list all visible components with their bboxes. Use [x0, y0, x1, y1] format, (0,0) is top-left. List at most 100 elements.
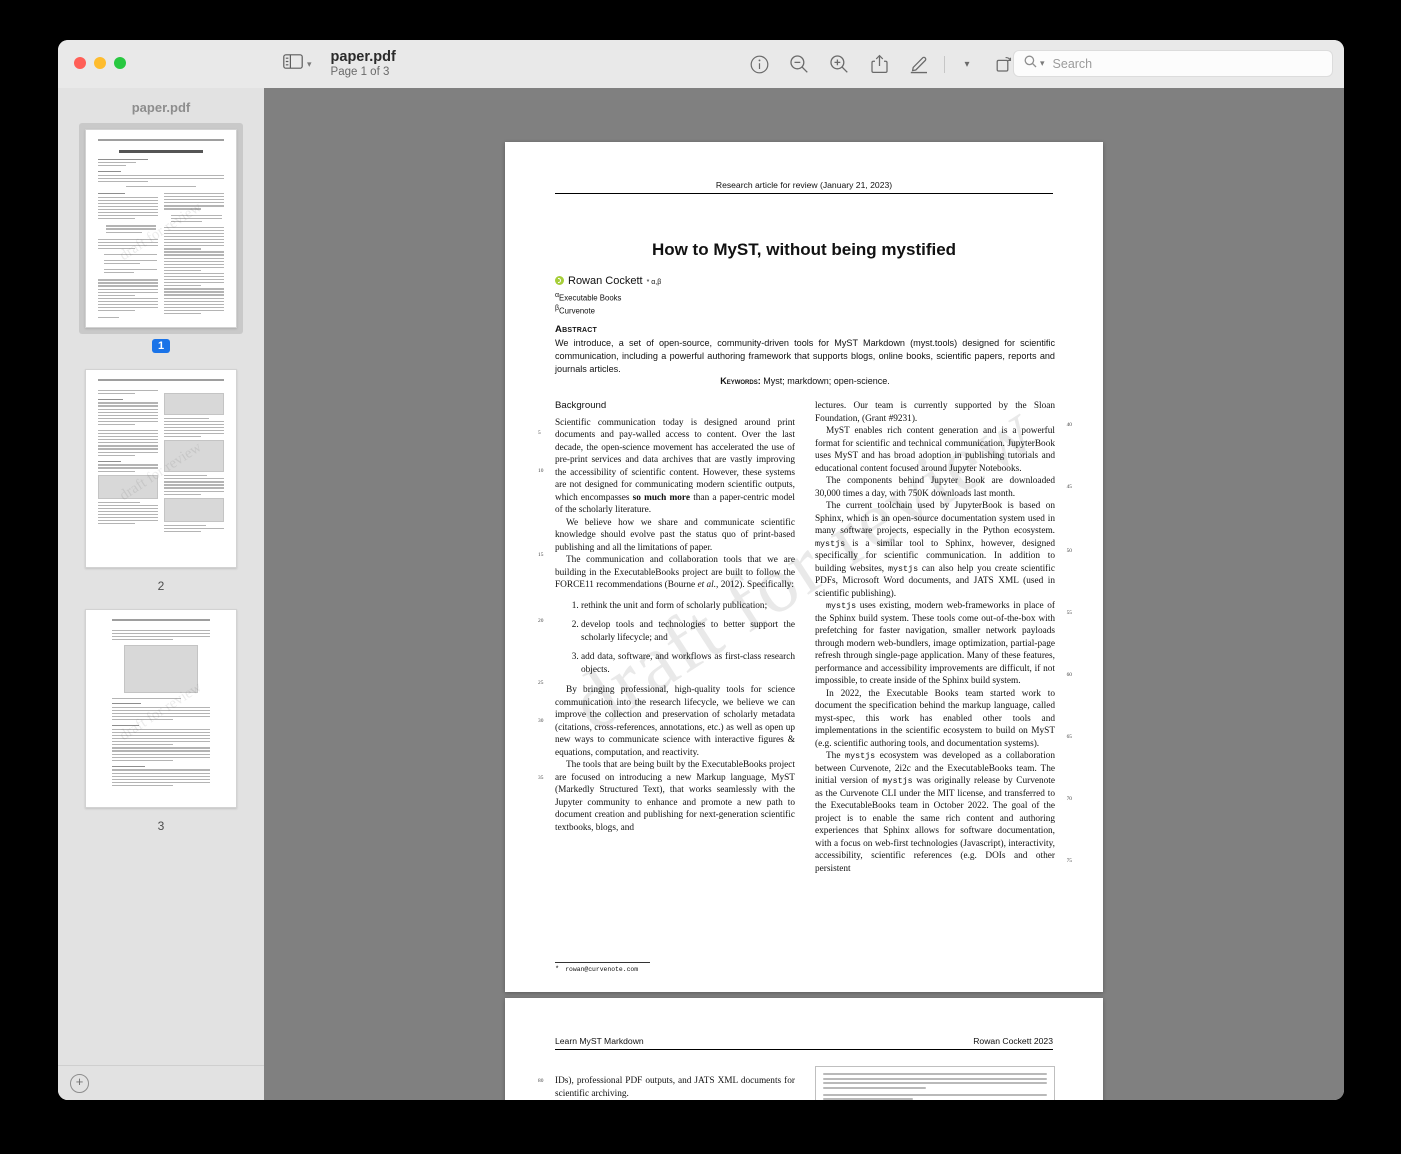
chevron-down-icon: ▾ — [307, 60, 312, 69]
document-title-block: paper.pdf Page 1 of 3 — [331, 49, 396, 80]
line-number: 80 — [538, 1078, 543, 1085]
thumbnail-list: draft for review 1 — [58, 123, 264, 849]
paragraph: The communication and collaboration tool… — [555, 554, 795, 592]
markup-chevron-icon[interactable]: ▾ — [959, 53, 975, 75]
page2-columns: 80 IDs), professional PDF outputs, and J… — [555, 1066, 1055, 1100]
thumbnail-page-number: 3 — [158, 819, 165, 833]
body-columns: 5 10 15 20 25 30 35 Background Scientifi… — [555, 400, 1055, 956]
line-number: 45 — [1067, 484, 1072, 491]
thumbnail-sidebar: paper.pdf — [58, 88, 264, 1100]
window-titlebar: ▾ paper.pdf Page 1 of 3 — [58, 40, 1344, 89]
sidebar-toggle-button[interactable]: ▾ — [280, 52, 315, 76]
thumbnail-item-1[interactable]: draft for review 1 — [58, 123, 264, 353]
section-heading: Background — [555, 400, 795, 413]
search-field[interactable]: ▾ Search — [1013, 50, 1333, 77]
footnote-rule — [555, 962, 650, 963]
toolbar-tools: ▾ — [748, 40, 1055, 88]
thumbnail-page-3: draft for review — [85, 609, 237, 808]
line-number: 70 — [1067, 796, 1072, 803]
line-number: 50 — [1067, 548, 1072, 555]
numbered-list: rethink the unit and form of scholarly p… — [555, 600, 795, 677]
footnote: *rowan@curvenote.com — [555, 962, 705, 974]
line-number: 65 — [1067, 734, 1072, 741]
page2-right-column — [815, 1066, 1055, 1100]
thumbnail-item-2[interactable]: draft for review 2 — [58, 363, 264, 593]
thumbnail-frame: draft for review — [79, 363, 243, 574]
share-icon[interactable] — [868, 53, 890, 75]
author-marks: * α,β — [647, 279, 662, 286]
line-number: 30 — [538, 718, 543, 725]
paragraph: MyST enables rich content generation and… — [815, 425, 1055, 475]
keywords-label: Keywords: — [720, 376, 761, 386]
zoom-button[interactable] — [114, 57, 126, 69]
author-name: Rowan Cockett — [568, 275, 643, 287]
line-number: 35 — [538, 775, 543, 782]
paragraph: The tools that are being built by the Ex… — [555, 759, 795, 834]
pdf-page-1: draft for review Research article for re… — [505, 142, 1103, 992]
list-item: develop tools and technologies to better… — [581, 619, 795, 644]
paragraph: The mystjs ecosystem was developed as a … — [815, 750, 1055, 875]
article-title: How to MyST, without being mystified — [555, 240, 1053, 260]
search-icon — [1024, 55, 1037, 73]
thumbnail-frame: draft for review — [79, 123, 243, 334]
line-number: 10 — [538, 468, 543, 475]
line-number: 55 — [1067, 610, 1072, 617]
abstract-heading: Abstract — [555, 324, 597, 335]
line-number: 25 — [538, 680, 543, 687]
search-chevron-down-icon[interactable]: ▾ — [1040, 59, 1045, 68]
running-head: Research article for review (January 21,… — [555, 180, 1053, 194]
footnote-text: *rowan@curvenote.com — [555, 966, 705, 974]
line-number: 20 — [538, 618, 543, 625]
paragraph: By bringing professional, high-quality t… — [555, 684, 795, 759]
paragraph: Scientific communication today is design… — [555, 417, 795, 517]
zoom-out-icon[interactable] — [788, 53, 810, 75]
paragraph: IDs), professional PDF outputs, and JATS… — [555, 1075, 795, 1100]
page2-left-column: 80 IDs), professional PDF outputs, and J… — [555, 1066, 795, 1100]
add-page-button[interactable]: + — [70, 1074, 89, 1093]
sidebar-title: paper.pdf — [58, 88, 264, 123]
thumbnail-page-number: 2 — [158, 579, 165, 593]
titlebar-left-group: ▾ paper.pdf Page 1 of 3 — [280, 40, 396, 88]
line-number: 60 — [1067, 672, 1072, 679]
rotate-icon[interactable] — [993, 53, 1015, 75]
paragraph: The current toolchain used by JupyterBoo… — [815, 500, 1055, 600]
running-head-page2: Learn MyST Markdown Rowan Cockett 2023 — [555, 1036, 1053, 1050]
affiliations: αExecutable Books βCurvenote — [555, 291, 621, 317]
keywords-line: Keywords: Myst; markdown; open-science. — [555, 376, 1055, 386]
document-filename: paper.pdf — [331, 49, 396, 66]
thumbnail-frame: draft for review — [79, 603, 243, 814]
line-number: 75 — [1067, 858, 1072, 865]
window-body: paper.pdf — [58, 88, 1344, 1100]
right-column: 40 45 50 55 60 65 70 75 lectures. Our te… — [815, 400, 1055, 956]
thumbnail-item-3[interactable]: draft for review 3 — [58, 603, 264, 833]
list-item: add data, software, and workflows as fir… — [581, 651, 795, 676]
paragraph: lectures. Our team is currently supporte… — [815, 400, 1055, 425]
close-button[interactable] — [74, 57, 86, 69]
minimize-button[interactable] — [94, 57, 106, 69]
list-item: rethink the unit and form of scholarly p… — [581, 600, 795, 613]
left-column: 5 10 15 20 25 30 35 Background Scientifi… — [555, 400, 795, 956]
info-icon[interactable] — [748, 53, 770, 75]
thumbnail-page-2: draft for review — [85, 369, 237, 568]
markup-pen-icon[interactable] — [908, 53, 930, 75]
line-number: 5 — [538, 430, 541, 437]
paragraph: In 2022, the Executable Books team start… — [815, 688, 1055, 751]
pdf-viewer[interactable]: draft for review Research article for re… — [264, 88, 1344, 1100]
line-number: 15 — [538, 552, 543, 559]
block-quote: The components behind Jupyter Book are d… — [815, 475, 1055, 500]
abstract-text: We introduce, a set of open-source, comm… — [555, 337, 1055, 376]
zoom-in-icon[interactable] — [828, 53, 850, 75]
line-number: 40 — [1067, 422, 1072, 429]
figure-callout — [815, 1066, 1055, 1100]
thumbnail-page-number: 1 — [152, 339, 170, 353]
running-head-right: Rowan Cockett 2023 — [973, 1036, 1053, 1046]
preview-window: ▾ paper.pdf Page 1 of 3 — [58, 40, 1344, 1100]
author-line: Rowan Cockett * α,β — [555, 275, 661, 287]
traffic-lights — [74, 57, 126, 69]
orcid-icon[interactable] — [555, 276, 564, 285]
search-placeholder: Search — [1053, 57, 1093, 71]
sidebar-icon — [283, 54, 303, 74]
running-head-left: Learn MyST Markdown — [555, 1036, 644, 1046]
pdf-page-2: Learn MyST Markdown Rowan Cockett 2023 8… — [505, 998, 1103, 1100]
affiliation-item: βCurvenote — [555, 304, 621, 317]
